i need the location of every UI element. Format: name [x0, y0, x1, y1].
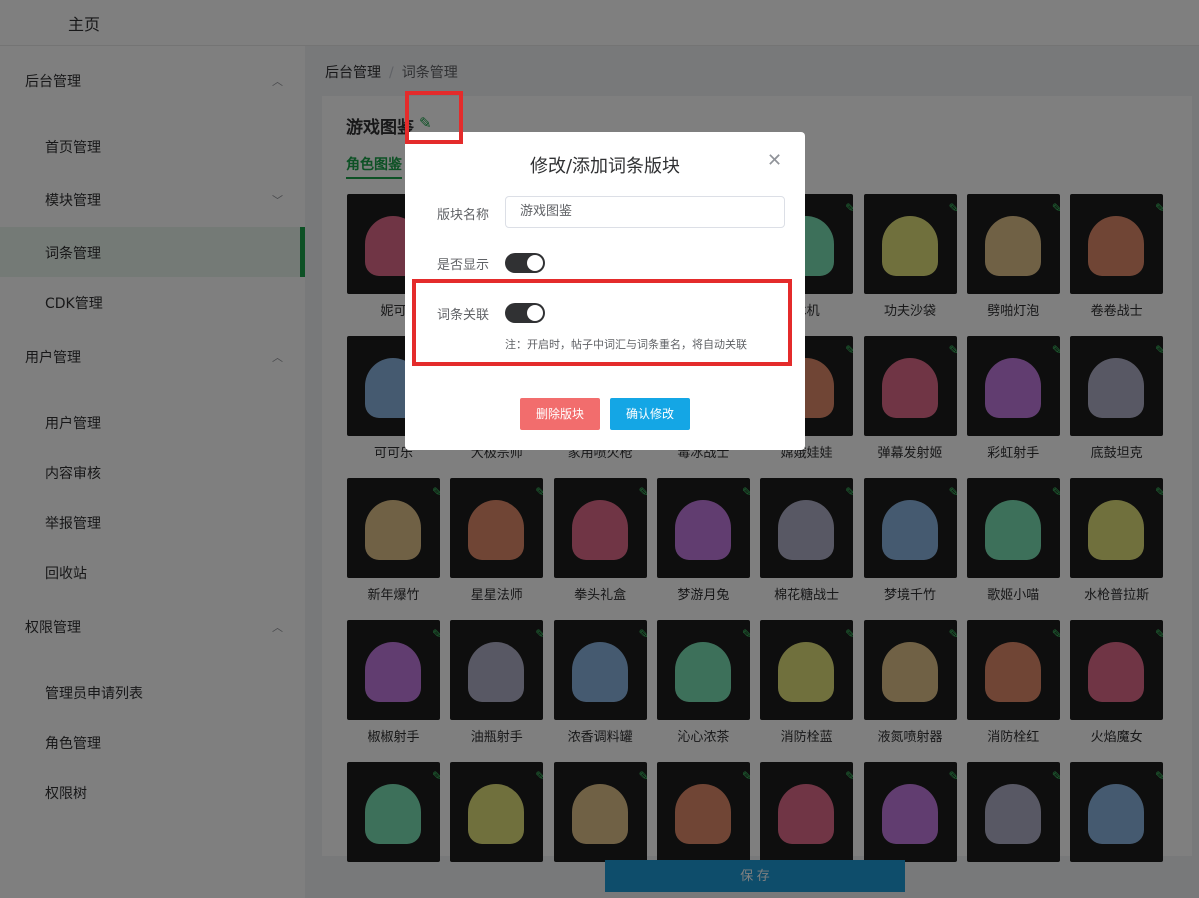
section-name-input[interactable]: 游戏图鉴: [505, 196, 785, 228]
section-name-label: 版块名称: [437, 208, 490, 223]
close-icon[interactable]: ✕: [767, 150, 782, 171]
show-toggle-label: 是否显示: [437, 258, 490, 273]
highlight-box-edit-icon: [405, 91, 463, 144]
toggle-knob: [527, 255, 543, 271]
show-toggle[interactable]: [505, 253, 545, 273]
delete-section-button[interactable]: 删除版块: [520, 398, 600, 430]
dialog-title: 修改/添加词条版块: [529, 156, 681, 177]
confirm-edit-button[interactable]: 确认修改: [610, 398, 690, 430]
highlight-box-link-toggle: [412, 279, 792, 366]
